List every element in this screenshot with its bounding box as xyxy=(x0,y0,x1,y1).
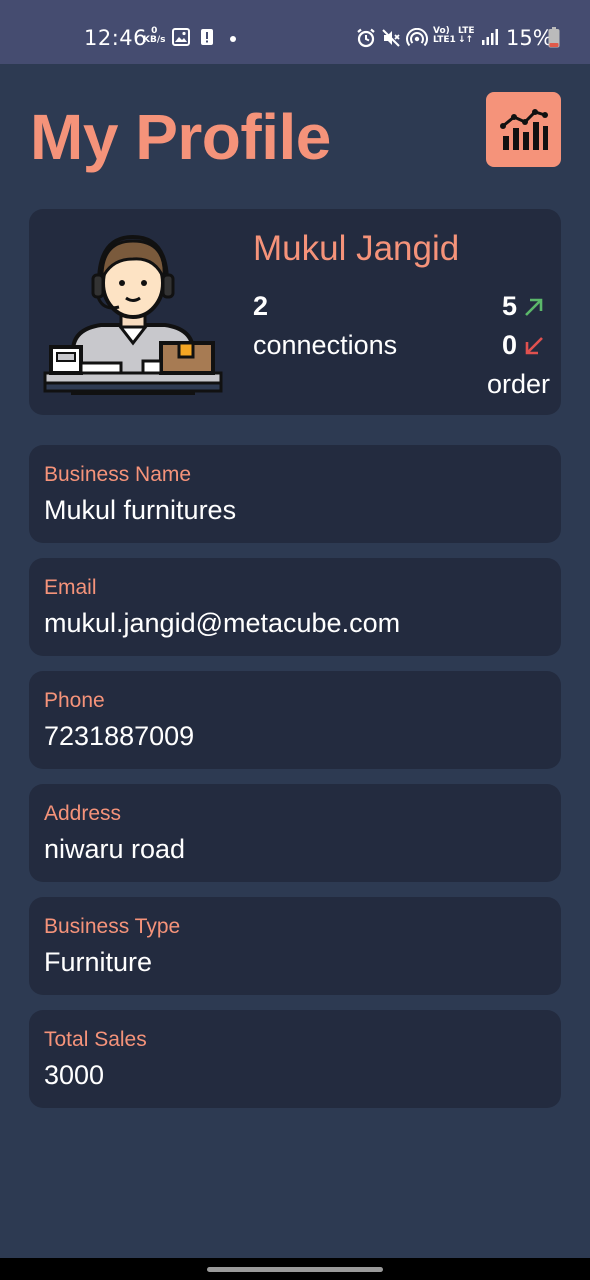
status-time: 12:46 xyxy=(84,26,148,50)
navigation-bar xyxy=(0,1258,590,1280)
hotspot-icon xyxy=(406,28,428,47)
volte-indicator: Vo) LTE1 xyxy=(433,26,456,45)
field-label: Address xyxy=(44,802,122,825)
total-sales-card: Total Sales 3000 xyxy=(29,1010,561,1108)
page-title: My Profile xyxy=(30,101,331,173)
battery-percentage: 15% xyxy=(506,26,553,50)
businessman-avatar-icon xyxy=(43,234,223,395)
profile-name: Mukul Jangid xyxy=(253,229,460,268)
profile-card: Mukul Jangid 2 connections 5 0 order xyxy=(29,209,561,415)
status-bar: 12:46 0 KB/s Vo) LTE1 LTE ↓↑ 15% xyxy=(0,0,590,64)
signal-icon xyxy=(482,29,498,45)
business-type-value: Furniture xyxy=(44,947,153,977)
stats-button[interactable] xyxy=(486,92,561,167)
arrow-down-left-icon xyxy=(525,336,543,354)
battery-icon xyxy=(548,27,560,48)
mute-icon xyxy=(382,29,400,47)
field-label: Business Name xyxy=(44,463,192,486)
bar-chart-icon xyxy=(499,108,548,150)
address-card: Address niwaru road xyxy=(29,784,561,882)
field-label: Phone xyxy=(44,689,105,712)
business-name-card: Business Name Mukul furnitures xyxy=(29,445,561,543)
field-label: Total Sales xyxy=(44,1028,147,1051)
orders-out-count: 5 xyxy=(501,291,517,321)
network-speed: 0 KB/s xyxy=(143,26,166,45)
field-label: Business Type xyxy=(44,915,181,938)
orders-in: 0 xyxy=(502,330,545,361)
connections-count: 2 xyxy=(253,291,269,321)
business-name-value: Mukul furnitures xyxy=(44,495,237,525)
orders-out: 5 xyxy=(502,291,545,322)
home-gesture-handle[interactable] xyxy=(207,1267,383,1272)
total-sales-value: 3000 xyxy=(44,1060,105,1090)
connections-label: connections xyxy=(253,330,398,360)
business-type-card: Business Type Furniture xyxy=(29,897,561,995)
orders-in-count: 0 xyxy=(501,330,517,360)
arrow-up-right-icon xyxy=(525,298,543,316)
field-label: Email xyxy=(44,576,97,599)
phone-value: 7231887009 xyxy=(44,721,195,751)
email-card: Email mukul.jangid@metacube.com xyxy=(29,558,561,656)
alert-icon xyxy=(201,29,213,45)
notification-dot-icon xyxy=(230,36,236,42)
gallery-icon xyxy=(172,28,190,46)
lte-indicator: LTE ↓↑ xyxy=(458,26,475,45)
orders-label: order xyxy=(486,369,550,399)
email-value: mukul.jangid@metacube.com xyxy=(44,608,401,638)
address-value: niwaru road xyxy=(44,834,186,864)
phone-card: Phone 7231887009 xyxy=(29,671,561,769)
alarm-icon xyxy=(357,28,375,48)
